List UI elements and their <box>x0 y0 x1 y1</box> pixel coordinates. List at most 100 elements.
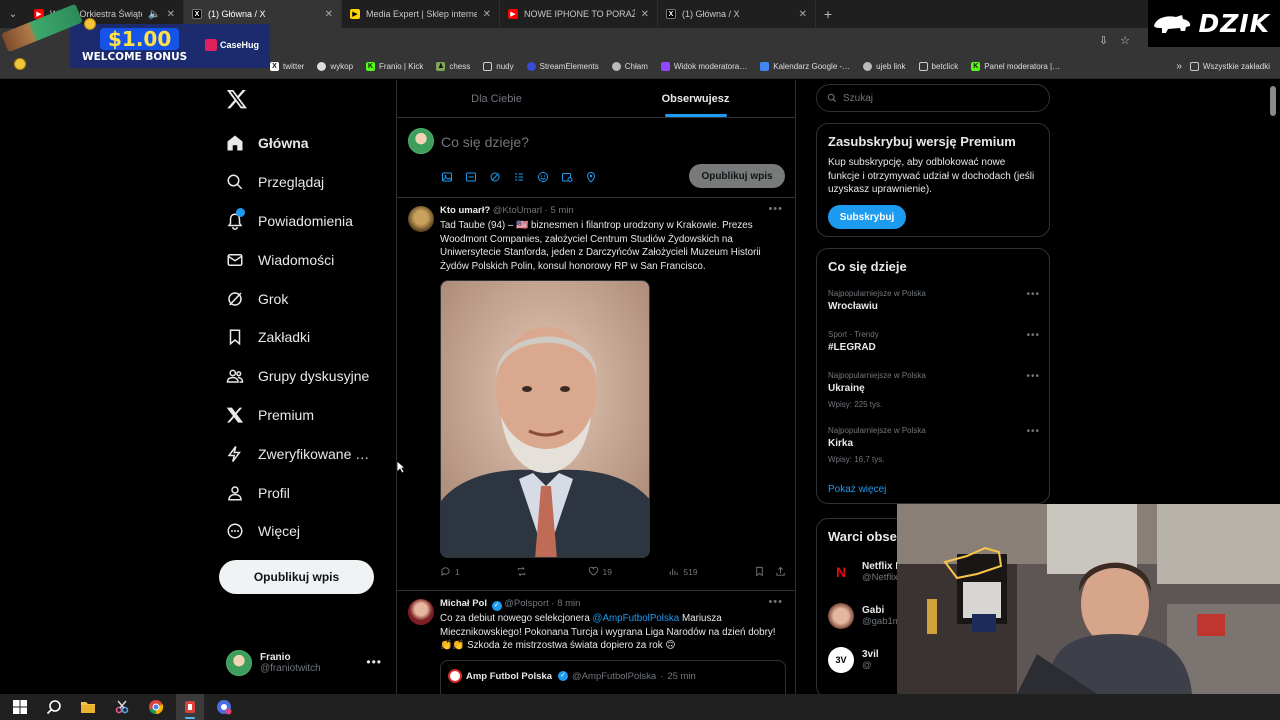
bookmark-icon[interactable] <box>754 566 765 577</box>
reply-button[interactable]: 1 <box>440 566 460 577</box>
mention-link[interactable]: @AmpFutbolPolska <box>593 613 680 624</box>
avatar[interactable] <box>408 599 434 625</box>
quote-time: 25 min <box>667 670 696 682</box>
casino-ad-overlay[interactable]: $1.00 WELCOME BONUS CaseHug <box>0 0 270 80</box>
image-icon[interactable] <box>441 170 453 182</box>
like-button[interactable]: 19 <box>588 566 612 577</box>
browser-tab[interactable]: ▶ NOWE IPHONE TO PORAŻKA? - YouTube ✕ <box>500 0 658 28</box>
nav-item-premium[interactable]: Premium <box>226 396 369 435</box>
bookmark-panel-moderatora[interactable]: K Panel moderatora |… <box>971 62 1060 71</box>
search-icon[interactable] <box>40 694 68 720</box>
x-logo-icon[interactable] <box>226 88 248 110</box>
grok-icon[interactable] <box>489 170 501 182</box>
search-input[interactable]: Szukaj <box>816 84 1050 112</box>
more-horizontal-icon[interactable]: ••• <box>1026 426 1040 437</box>
tweet-author-handle[interactable]: @KtoUmarl <box>493 205 542 216</box>
tweet-photo[interactable] <box>440 280 650 558</box>
browser-tab[interactable]: X (1) Główna / X ✕ <box>658 0 816 28</box>
nav-item-profile[interactable]: Profil <box>226 473 369 512</box>
more-horizontal-icon[interactable]: ••• <box>1026 330 1040 341</box>
trend-item[interactable]: Najpopularniejsze w Polska Wrocławiu ••• <box>828 289 1040 312</box>
share-icon[interactable] <box>775 566 786 577</box>
bookmark-star-icon[interactable]: ☆ <box>1120 34 1130 47</box>
tweet-author-name[interactable]: Michał Pol <box>440 598 487 609</box>
avatar: 3V <box>828 647 854 673</box>
tweet[interactable]: Kto umarł? @KtoUmarl · 5 min ••• Tad Tau… <box>397 198 795 591</box>
bookmark-wykop[interactable]: wykop <box>317 62 353 71</box>
close-tab-icon[interactable]: ✕ <box>641 9 649 20</box>
all-bookmarks[interactable]: Wszystkie zakładki <box>1189 62 1270 71</box>
more-horizontal-icon[interactable]: ••• <box>768 203 783 215</box>
nav-item-more[interactable]: Więcej <box>226 512 369 551</box>
retweet-button[interactable] <box>516 566 531 577</box>
file-explorer-icon[interactable] <box>74 694 102 720</box>
poll-icon[interactable] <box>513 170 525 182</box>
nav-item-explore[interactable]: Przeglądaj <box>226 163 369 202</box>
follow-suggestion[interactable]: Gabi @gab1m <box>828 603 901 629</box>
page-scrollbar[interactable] <box>1270 86 1276 116</box>
more-horizontal-icon[interactable]: ••• <box>768 596 783 608</box>
bookmark-betclick[interactable]: betclick <box>918 62 958 71</box>
nav-item-bookmarks[interactable]: Zakładki <box>226 318 369 357</box>
bookmark-streamelements[interactable]: StreamElements <box>526 62 599 71</box>
follow-suggestion[interactable]: 3V 3vil @ <box>828 647 879 673</box>
trend-item[interactable]: Najpopularniejsze w Polska Kirka Wpisy: … <box>828 426 1040 464</box>
new-tab-button[interactable]: + <box>816 0 840 28</box>
bookmark-chlam[interactable]: Chłam <box>611 62 648 71</box>
more-horizontal-icon[interactable]: ••• <box>1026 289 1040 300</box>
post-button[interactable]: Opublikuj wpis <box>219 560 374 594</box>
nav-item-verified-orgs[interactable]: Zweryfikowane … <box>226 434 369 473</box>
tab-for-you[interactable]: Dla Ciebie <box>397 80 596 117</box>
bookmark-ujeb-link[interactable]: ujeb link <box>863 62 906 71</box>
windows-start-icon[interactable] <box>6 694 34 720</box>
views-button[interactable]: 519 <box>668 566 698 577</box>
bookmark-chess[interactable]: ♟ chess <box>436 62 470 71</box>
more-horizontal-icon[interactable]: ••• <box>366 655 382 669</box>
chrome-profile-icon[interactable] <box>210 694 238 720</box>
left-sidebar: Główna Przeglądaj Powiadomienia Wiadomoś… <box>218 80 388 694</box>
close-tab-icon[interactable]: ✕ <box>325 9 333 20</box>
bookmark-nudy[interactable]: nudy <box>483 62 514 71</box>
tweet-author-handle[interactable]: @Polsport <box>504 598 549 609</box>
avatar[interactable] <box>408 206 434 232</box>
composer-post-button[interactable]: Opublikuj wpis <box>689 164 785 188</box>
location-icon[interactable] <box>585 170 597 183</box>
bookmark-kick[interactable]: K Franio | Kick <box>366 62 423 71</box>
chrome-icon[interactable] <box>142 694 170 720</box>
follow-handle: @ <box>862 660 872 671</box>
gif-icon[interactable] <box>465 170 477 182</box>
trend-item[interactable]: Najpopularniejsze w Polska Ukrainę Wpisy… <box>828 371 1040 409</box>
subscribe-button[interactable]: Subskrybuj <box>828 205 906 229</box>
show-more-link[interactable]: Pokaż więcej <box>828 484 886 495</box>
bookmark-widok-moderatora[interactable]: Widok moderatora… <box>660 62 747 71</box>
install-app-icon[interactable]: ⇩ <box>1099 34 1108 47</box>
browser-tab[interactable]: ▶ Media Expert | Sklep internetowy ✕ <box>342 0 500 28</box>
tab-following[interactable]: Obserwujesz <box>596 80 795 117</box>
tweet[interactable]: Michał Pol ✓ @Polsport · 8 min ••• Co za… <box>397 591 795 694</box>
composer-input[interactable]: Co się dzieje? <box>441 134 529 150</box>
tweet-time[interactable]: 5 min <box>550 205 573 216</box>
close-tab-icon[interactable]: ✕ <box>799 9 807 20</box>
profile-handle: @franiotwitch <box>260 663 321 674</box>
bookmark-kalendarz[interactable]: Kalendarz Google -… <box>760 62 850 71</box>
nav-item-messages[interactable]: Wiadomości <box>226 240 369 279</box>
nav-item-communities[interactable]: Grupy dyskusyjne <box>226 357 369 396</box>
follow-suggestion[interactable]: N Netflix P @Netflix <box>828 559 902 585</box>
tweet-time[interactable]: 8 min <box>557 598 580 609</box>
account-switcher[interactable]: Franio @franiotwitch ••• <box>226 647 386 679</box>
emoji-icon[interactable] <box>537 170 549 182</box>
tweet-text-part: Co za debiut nowego selekcjonera <box>440 613 593 624</box>
close-tab-icon[interactable]: ✕ <box>483 9 491 20</box>
quoted-tweet[interactable]: Amp Futbol Polska ✓ @AmpFutbolPolska · 2… <box>440 660 786 694</box>
snipping-tool-icon[interactable] <box>108 694 136 720</box>
trend-item[interactable]: Sport · Trendy #LEGRAD ••• <box>828 330 1040 353</box>
more-horizontal-icon[interactable]: ••• <box>1026 371 1040 382</box>
bookmark-twitter[interactable]: Xtwitter <box>270 62 304 71</box>
stream-app-icon[interactable] <box>176 694 204 720</box>
nav-item-grok[interactable]: Grok <box>226 279 369 318</box>
nav-item-notifications[interactable]: Powiadomienia <box>226 202 369 241</box>
schedule-icon[interactable] <box>561 170 573 182</box>
tweet-author-name[interactable]: Kto umarł? <box>440 205 490 216</box>
nav-item-home[interactable]: Główna <box>226 124 369 163</box>
chevron-right-icon[interactable]: » <box>1176 61 1182 72</box>
